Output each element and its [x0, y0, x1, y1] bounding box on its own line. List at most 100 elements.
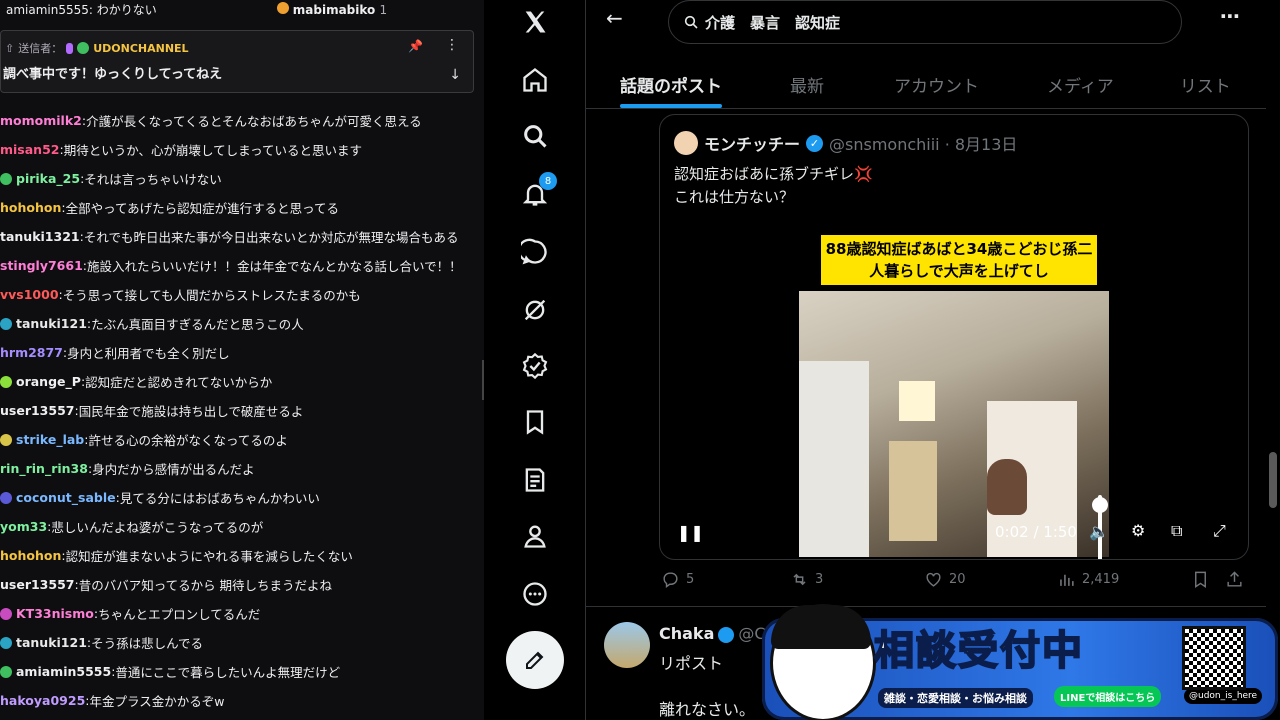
- banner-title: 相談受付中: [873, 627, 1084, 675]
- compose-post-button[interactable]: [506, 631, 564, 689]
- grok-chat-icon[interactable]: [513, 230, 557, 274]
- chat-username[interactable]: hakoya0925: [0, 693, 85, 708]
- chat-message: tanuki121: そう孫は悲しんでる: [0, 628, 484, 657]
- views-button[interactable]: 2,419: [1057, 570, 1119, 589]
- avatar[interactable]: [604, 622, 650, 668]
- tab-latest[interactable]: 最新: [790, 60, 824, 108]
- notifications-icon[interactable]: 8: [513, 172, 557, 216]
- profile-icon[interactable]: [513, 514, 557, 558]
- more-options-icon[interactable]: ⋮: [445, 37, 459, 53]
- chat-text: それは言っちゃいけない: [84, 172, 222, 187]
- chat-badge-icon: [0, 317, 12, 330]
- chat-username[interactable]: tanuki121: [16, 316, 87, 331]
- verified-badge-icon: ✓: [806, 134, 824, 152]
- main-scrollbar[interactable]: [1269, 452, 1277, 508]
- home-icon[interactable]: [513, 58, 557, 102]
- pinned-message[interactable]: ⇧ 送信者： UDONCHANNEL 調べ事中です！ゆっくりしてってねえ 📌 ⋮…: [0, 30, 474, 93]
- share-icon: [1227, 571, 1242, 587]
- chat-text: 見てる分にはおばあちゃんかわいい: [119, 491, 320, 506]
- chat-username[interactable]: user13557: [0, 403, 74, 418]
- chat-username[interactable]: stingly7661: [0, 258, 83, 273]
- anger-emoji-icon: 💢: [854, 165, 873, 183]
- pinned-sender-name: UDONCHANNEL: [93, 41, 189, 55]
- quoted-post[interactable]: モンチッチー ✓ @snsmonchiii · 8月13日 認知症おばあに孫ブチ…: [659, 114, 1249, 560]
- quoted-author-name[interactable]: モンチッチー: [704, 131, 800, 155]
- chat-username[interactable]: hohohon: [0, 200, 61, 215]
- pinned-sender: ⇧ 送信者： UDONCHANNEL: [5, 41, 189, 56]
- chat-text: それでも昨日出来た事が今日出来ないとか対応が無理な場合もある: [83, 230, 459, 245]
- chat-username[interactable]: user13557: [0, 577, 74, 592]
- expand-down-icon[interactable]: ↓: [449, 67, 461, 83]
- quoted-author-handle: @snsmonchiii · 8月13日: [829, 135, 1018, 154]
- reply-icon: [663, 572, 678, 589]
- chat-badge-icon: [0, 636, 12, 649]
- tab-top[interactable]: 話題のポスト: [620, 60, 722, 108]
- chat-message: yom33: 悲しいんだよね婆がこうなってるのが: [0, 519, 264, 535]
- tab-accounts[interactable]: アカウント: [894, 60, 979, 108]
- chat-message: hrm2877: 身内と利用者でも全く別だし: [0, 345, 230, 361]
- chat-username[interactable]: vvs1000: [0, 287, 59, 302]
- share-button[interactable]: [1225, 570, 1244, 589]
- chat-username[interactable]: coconut_sable: [16, 490, 116, 505]
- communities-check-icon[interactable]: [513, 344, 557, 388]
- chat-message: user13557: 国民年金で施設は持ち出しで破産せるよ: [0, 403, 304, 419]
- chat-text: 国民年金で施設は持ち出しで破産せるよ: [78, 404, 304, 419]
- chat-username[interactable]: strike_lab: [16, 432, 84, 447]
- reply-button[interactable]: 5: [661, 570, 694, 589]
- reply-author[interactable]: Chaka @Ch: [659, 624, 776, 643]
- more-icon[interactable]: ⋯: [1220, 4, 1240, 28]
- chat-message: hohohon: 認知症が進まないようにやれる事を減らしたくない: [0, 548, 353, 564]
- chat-message: orange_P: 認知症だと認めきれてないからか: [0, 367, 484, 396]
- bookmarks-icon[interactable]: [513, 400, 557, 444]
- back-arrow-icon[interactable]: ←: [606, 6, 623, 30]
- chat-message: hakoya0925: 年金プラス金かかるぞw: [0, 693, 225, 709]
- qr-code: [1182, 626, 1246, 690]
- fullscreen-icon[interactable]: ⤢: [1213, 521, 1226, 541]
- x-logo-icon[interactable]: [513, 0, 557, 44]
- chat-text: 普通にここで暮らしたいんよ無理だけど: [115, 665, 341, 680]
- chat-scrollbar[interactable]: [482, 360, 484, 400]
- repost-button[interactable]: 3: [790, 570, 823, 589]
- chat-badge-icon: [0, 433, 12, 446]
- volume-icon[interactable]: 🔈: [1089, 522, 1109, 541]
- tab-lists[interactable]: リスト: [1180, 60, 1231, 108]
- explore-search-icon[interactable]: [513, 114, 557, 158]
- chat-username[interactable]: hohohon: [0, 548, 61, 563]
- chat-username[interactable]: rin_rin_rin38: [0, 461, 88, 476]
- lists-icon[interactable]: [513, 458, 557, 502]
- more-circle-icon[interactable]: [513, 572, 557, 616]
- pip-icon[interactable]: ⧉: [1171, 521, 1182, 541]
- chat-username[interactable]: hrm2877: [0, 345, 63, 360]
- video-player[interactable]: 88歳認知症ばあばと34歳こどおじ孫二人暮らしで大声を上げてし ❚❚ 0:02 …: [661, 227, 1247, 559]
- chat-text: 許せる心の余裕がなくなってるのよ: [88, 433, 288, 448]
- like-button[interactable]: 20: [924, 570, 966, 589]
- bookmark-button[interactable]: [1191, 570, 1210, 589]
- chat-username[interactable]: amiamin5555: [16, 664, 111, 679]
- chat-username[interactable]: pirika_25: [16, 171, 80, 186]
- search-query: 介護 暴言 認知症: [705, 13, 841, 32]
- tab-media[interactable]: メディア: [1047, 60, 1114, 108]
- bookmark-icon: [1195, 571, 1206, 588]
- chat-username[interactable]: yom33: [0, 519, 47, 534]
- avatar[interactable]: [674, 131, 698, 155]
- mascot-character: [770, 604, 876, 720]
- verified-icon: [77, 42, 90, 54]
- mic-icon: [66, 42, 74, 54]
- video-frame[interactable]: [799, 291, 1109, 557]
- search-input[interactable]: 介護 暴言 認知症: [668, 0, 1182, 44]
- chat-username[interactable]: tanuki1321: [0, 229, 80, 244]
- settings-gear-icon[interactable]: ⚙: [1131, 521, 1145, 540]
- chat-username[interactable]: tanuki121: [16, 635, 87, 650]
- grok-icon[interactable]: [513, 288, 557, 332]
- chat-username[interactable]: KT33nismo: [16, 606, 94, 621]
- chat-username[interactable]: momomilk2: [0, 113, 82, 128]
- chat-text: 全部やってあげたら認知症が進行すると思ってる: [65, 201, 339, 216]
- pin-icon[interactable]: 📌: [408, 39, 423, 53]
- chat-text: ちゃんとエプロンしてるんだ: [98, 607, 261, 622]
- pause-icon[interactable]: ❚❚: [677, 523, 704, 542]
- chat-message: hohohon: 全部やってあげたら認知症が進行すると思ってる: [0, 200, 339, 216]
- pinned-text: 調べ事中です！ゆっくりしてってねえ: [3, 67, 223, 82]
- chat-username[interactable]: misan52: [0, 142, 59, 157]
- chat-username[interactable]: orange_P: [16, 374, 81, 389]
- volume-slider-knob[interactable]: [1092, 497, 1108, 513]
